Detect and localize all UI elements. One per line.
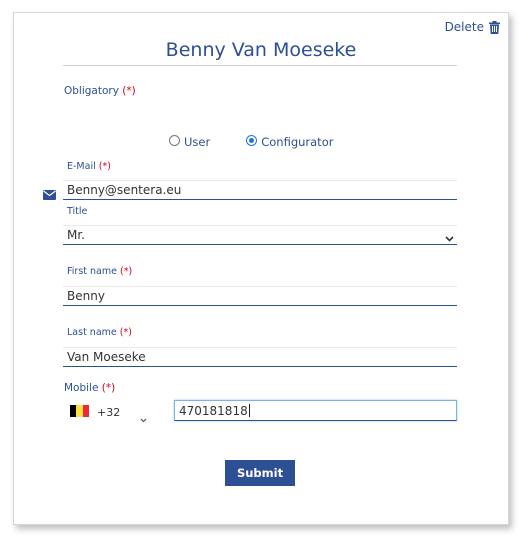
last-name-label: Last name (*) xyxy=(67,327,132,338)
first-name-label-text: First name xyxy=(67,266,117,277)
role-option-configurator[interactable]: Configurator xyxy=(246,135,333,149)
user-edit-card: Delete Benny Van Moeseke Obligatory (*) … xyxy=(13,12,509,525)
last-name-value: Van Moeseke xyxy=(67,350,146,364)
required-mark: (*) xyxy=(101,382,116,394)
last-name-field[interactable]: Van Moeseke xyxy=(63,347,457,367)
dial-code[interactable]: +32 xyxy=(97,406,120,419)
required-mark: (*) xyxy=(98,161,111,172)
delete-button[interactable]: Delete xyxy=(445,20,500,34)
mobile-number-value: 470181818 xyxy=(179,403,248,418)
country-chevron-down-icon[interactable] xyxy=(140,408,147,427)
first-name-value: Benny xyxy=(67,289,105,303)
submit-button[interactable]: Submit xyxy=(225,460,295,486)
mobile-label-text: Mobile xyxy=(64,382,99,394)
last-name-label-text: Last name xyxy=(67,327,117,338)
belgium-flag-icon[interactable] xyxy=(70,405,89,417)
mobile-number-input[interactable]: 470181818 xyxy=(174,400,457,421)
required-mark: (*) xyxy=(120,266,133,277)
title-value: Mr. xyxy=(67,228,85,242)
title-label: Title xyxy=(67,206,87,217)
delete-label: Delete xyxy=(444,20,484,34)
title-label-text: Title xyxy=(67,206,88,217)
required-mark: (*) xyxy=(119,327,132,338)
trash-icon xyxy=(489,20,500,34)
obligatory-note: Obligatory (*) xyxy=(64,85,136,97)
email-value: Benny@sentera.eu xyxy=(67,183,182,197)
page-title: Benny Van Moeseke xyxy=(165,39,357,61)
radio-user[interactable] xyxy=(169,135,180,146)
role-radio-group: User Configurator xyxy=(169,135,333,149)
obligatory-label: Obligatory xyxy=(64,85,119,97)
role-option-user[interactable]: User xyxy=(169,135,210,149)
mobile-label: Mobile (*) xyxy=(64,382,115,394)
required-mark: (*) xyxy=(122,85,136,97)
email-label: E-Mail (*) xyxy=(67,161,111,172)
email-label-text: E-Mail xyxy=(67,161,96,172)
title-select[interactable]: Mr. xyxy=(63,225,457,245)
first-name-label: First name (*) xyxy=(67,266,132,277)
email-field[interactable]: Benny@sentera.eu xyxy=(63,180,457,200)
role-option-label: Configurator xyxy=(261,135,334,149)
title-divider xyxy=(63,65,457,66)
text-caret xyxy=(248,404,250,417)
role-option-label: User xyxy=(184,135,211,149)
flag-stripe-red xyxy=(82,405,89,417)
chevron-down-icon xyxy=(445,231,454,245)
radio-configurator[interactable] xyxy=(246,135,258,146)
first-name-field[interactable]: Benny xyxy=(63,286,457,306)
envelope-icon xyxy=(43,185,56,204)
